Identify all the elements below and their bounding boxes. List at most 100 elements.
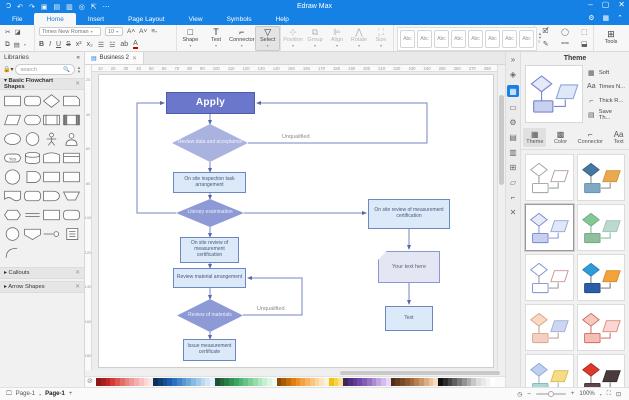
align-button[interactable]: ⊫Align▾ (326, 26, 348, 51)
italic-button[interactable]: I (49, 41, 51, 48)
bullets-icon[interactable]: ☰ (98, 41, 104, 49)
theme-button-save-th-[interactable]: ▤Save Th... (587, 110, 625, 121)
shadow-icon[interactable]: ◯ (561, 28, 569, 36)
align-icon[interactable]: ≡▾ (151, 28, 157, 35)
style-preset[interactable]: Abc (502, 30, 517, 48)
text-button[interactable]: TText▾ (204, 26, 229, 51)
flowchart-node-apply[interactable]: Apply (166, 92, 255, 114)
library-shape-hex[interactable] (3, 206, 22, 224)
library-shape-cylinder[interactable] (23, 149, 42, 167)
library-shape-actor[interactable] (62, 130, 81, 148)
library-shape-round[interactable] (62, 206, 81, 224)
menu-tab-page-layout[interactable]: Page Layout (116, 13, 177, 25)
close-section-icon[interactable]: ✕ (75, 270, 80, 276)
library-shape-round[interactable] (23, 187, 42, 205)
library-shape-curve[interactable] (42, 149, 61, 167)
theme-thumbnail-6[interactable] (577, 254, 626, 301)
theme-tab-connector[interactable]: ⌐Connector (575, 128, 606, 147)
section-basic-flowchart-shapes[interactable]: ▾ Basic Flowchart Shapes ✕ (0, 78, 84, 90)
no-fill-icon[interactable]: ⊘ (87, 378, 95, 386)
style-preset[interactable]: Abc (417, 30, 432, 48)
position-button[interactable]: ⊹Position▾ (282, 26, 304, 51)
subscript-button[interactable]: x₂ (87, 41, 93, 48)
library-shape-yes[interactable]: Yes (3, 149, 22, 167)
library-shape-circle[interactable] (3, 225, 22, 243)
format-icon[interactable]: ◈ (510, 70, 516, 79)
style-preset[interactable]: Abc (400, 30, 415, 48)
menu-tab-view[interactable]: View (177, 13, 215, 25)
decrease-font-icon[interactable]: A˅ (139, 28, 147, 35)
settings-icon[interactable]: ⚙ (588, 14, 594, 22)
tools-button[interactable]: ⊞ Tools (596, 25, 626, 50)
library-shape-trap[interactable] (62, 187, 81, 205)
connector-button[interactable]: ⌐Connector▾ (229, 26, 254, 51)
library-shape-para[interactable] (3, 111, 22, 129)
theme-tab-theme[interactable]: ▦Theme (523, 128, 546, 147)
zoom-slider[interactable] (536, 393, 566, 395)
size-button[interactable]: ⛶Size▾ (370, 26, 392, 51)
paste-icon[interactable]: ▤ (14, 41, 20, 49)
close-section-icon[interactable]: ✕ (75, 81, 80, 87)
theme-tab-text[interactable]: AaText (611, 128, 627, 147)
crop-icon[interactable]: ⬚ (581, 28, 588, 36)
style-preset[interactable]: Abc (434, 30, 449, 48)
page-navigator-icon[interactable]: 🖵 (6, 391, 12, 398)
font-color-icon[interactable]: A (133, 40, 138, 49)
chart-icon[interactable]: ▥ (509, 148, 517, 157)
library-shape-rect[interactable] (3, 92, 22, 110)
table-icon[interactable]: ⊞ (510, 163, 517, 172)
zoom-level[interactable]: 100% (579, 391, 594, 397)
rotate-button[interactable]: ⋀Rotate▾ (348, 26, 370, 51)
bold-button[interactable]: B (39, 41, 44, 48)
library-shape-circle-lg[interactable] (3, 168, 22, 186)
strikethrough-button[interactable]: S (66, 41, 71, 48)
theme-thumbnail-5[interactable] (525, 254, 574, 301)
library-shape-ellipse[interactable] (3, 130, 22, 148)
line-spacing-icon[interactable]: ☱ (109, 41, 115, 49)
shape-button[interactable]: □Shape▾ (178, 26, 203, 51)
fullscreen-icon[interactable]: ⛶ (607, 391, 611, 398)
close-button[interactable]: ✕ (618, 0, 625, 9)
theme-thumbnail-7[interactable] (525, 304, 574, 351)
connector-icon[interactable]: ⌐ (511, 193, 516, 202)
close-tab-icon[interactable]: ✕ (132, 55, 137, 62)
library-shape-rect[interactable] (42, 206, 61, 224)
theme-icon[interactable]: ▦ (507, 85, 519, 97)
select-button[interactable]: ▽Select▾ (255, 26, 280, 51)
library-shape-person[interactable] (42, 130, 61, 148)
flowchart-node-text-box[interactable]: Text (385, 306, 433, 331)
superscript-button[interactable]: x² (76, 41, 82, 48)
flowchart-node-onsite-review-left[interactable]: On site review of measurement certificat… (180, 237, 239, 263)
library-shape-stadium[interactable] (23, 111, 42, 129)
copy-icon[interactable]: ⧉ (5, 41, 10, 49)
vertical-scrollbar[interactable] (497, 65, 505, 370)
clipart-icon[interactable]: ▱ (510, 178, 516, 187)
library-scroll-arrows[interactable]: ▲▼ (77, 66, 81, 74)
font-size-select[interactable]: 10▾ (105, 27, 123, 36)
library-shape-wave[interactable] (3, 187, 22, 205)
theme-thumbnail-2[interactable] (577, 154, 626, 201)
library-shape-sidebars[interactable] (62, 111, 81, 129)
theme-thumbnail-4[interactable] (577, 204, 626, 251)
library-shape-shield[interactable] (23, 225, 42, 243)
page-navigator-label[interactable]: Page-1 (16, 391, 35, 397)
close-section-icon[interactable]: ✕ (75, 284, 80, 290)
flowchart-node-your-text[interactable]: Your text here (378, 251, 440, 283)
library-shape-card[interactable] (62, 92, 81, 110)
lock-icon[interactable]: ⬓ (581, 40, 588, 48)
cut-icon[interactable]: ✂ (5, 28, 10, 36)
library-shape-ref[interactable] (42, 225, 61, 243)
library-shape-note[interactable] (62, 225, 81, 243)
collapse-panel-icon[interactable]: » (511, 55, 515, 64)
menu-tab-file[interactable]: File (0, 13, 34, 25)
symbols-icon[interactable]: ✕ (510, 208, 517, 217)
library-shape-band[interactable] (62, 149, 81, 167)
section-callouts[interactable]: ▸ Callouts ✕ (0, 267, 84, 279)
style-preset[interactable]: Abc (519, 30, 534, 48)
menu-tab-home[interactable]: Home (34, 13, 75, 25)
format-painter-icon[interactable]: ◪ (14, 28, 20, 36)
theme-tab-color[interactable]: ▩Color (551, 128, 570, 147)
theme-button-times-n-[interactable]: AaTimes N... (587, 81, 625, 92)
flowchart-node-review-material[interactable]: Review material arrangement (173, 268, 246, 288)
maximize-button[interactable]: ▢ (602, 0, 610, 9)
